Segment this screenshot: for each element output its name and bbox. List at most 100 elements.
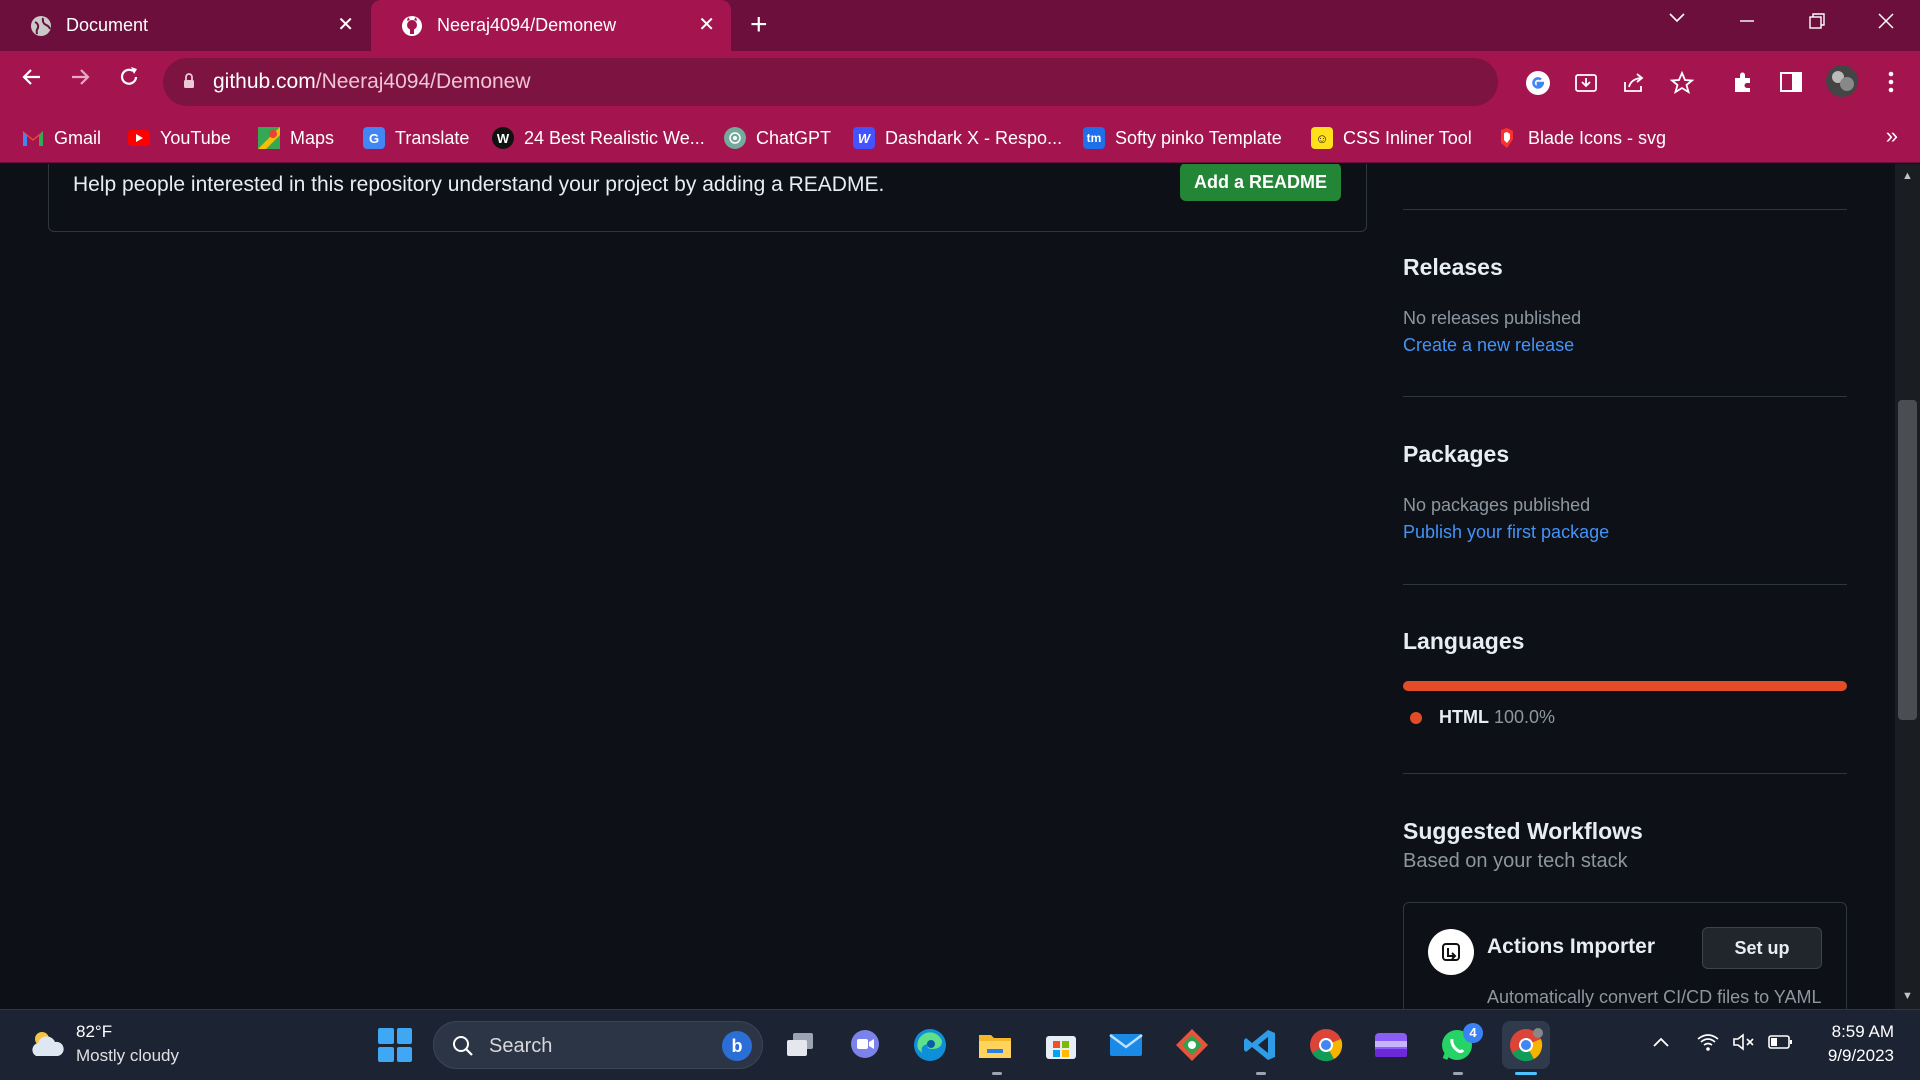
edge-icon[interactable] xyxy=(910,1025,950,1065)
bookmark-label: ChatGPT xyxy=(756,127,832,148)
running-indicator xyxy=(992,1072,1002,1075)
restore-icon[interactable] xyxy=(1808,12,1826,36)
scroll-thumb[interactable] xyxy=(1898,400,1917,720)
create-release-link[interactable]: Create a new release xyxy=(1403,335,1574,356)
forward-icon[interactable] xyxy=(68,65,92,95)
bookmark-star-icon[interactable] xyxy=(1669,70,1695,96)
set-up-button[interactable]: Set up xyxy=(1702,927,1822,969)
divider xyxy=(1403,773,1847,774)
publish-package-link[interactable]: Publish your first package xyxy=(1403,522,1609,543)
running-indicator xyxy=(1256,1072,1266,1075)
youtube-icon xyxy=(128,130,150,146)
google-icon[interactable] xyxy=(1525,70,1551,96)
gmail-icon xyxy=(22,127,44,149)
packages-empty-text: No packages published xyxy=(1403,495,1591,515)
bookmark-label: Translate xyxy=(395,127,470,148)
laravel-icon xyxy=(1496,127,1518,149)
side-panel-icon[interactable] xyxy=(1778,69,1804,95)
teams-chat-icon[interactable] xyxy=(845,1025,885,1065)
language-percent[interactable]: 100.0% xyxy=(1494,707,1555,728)
tm-icon: tm xyxy=(1083,127,1105,149)
language-name[interactable]: HTML xyxy=(1439,707,1489,728)
battery-icon[interactable] xyxy=(1768,1032,1794,1058)
bookmark-gmail[interactable]: Gmail xyxy=(22,124,101,152)
language-bar xyxy=(1403,681,1847,691)
readme-prompt-text: Help people interested in this repositor… xyxy=(73,173,885,196)
tab-github-repo[interactable]: Neeraj4094/Demonew ✕ xyxy=(371,0,731,51)
address-bar[interactable]: github.com/Neeraj4094/Demonew xyxy=(163,58,1695,106)
github-page: Help people interested in this repositor… xyxy=(0,164,1920,1009)
search-placeholder: Search xyxy=(489,1035,553,1057)
close-window-icon[interactable] xyxy=(1877,12,1895,36)
menu-kebab-icon[interactable] xyxy=(1878,69,1904,95)
globe-icon xyxy=(30,15,52,37)
chrome-icon[interactable] xyxy=(1306,1025,1346,1065)
releases-heading[interactable]: Releases xyxy=(1403,254,1503,281)
clock-time[interactable]: 8:59 AM xyxy=(1822,1022,1894,1042)
profile-avatar-icon[interactable] xyxy=(1825,64,1859,98)
bookmark-maps[interactable]: Maps xyxy=(258,124,334,152)
actions-importer-icon xyxy=(1428,929,1474,975)
bookmark-softy-pinko[interactable]: tm Softy pinko Template xyxy=(1083,124,1282,152)
task-view-icon[interactable] xyxy=(780,1025,820,1065)
install-app-icon[interactable] xyxy=(1573,70,1599,96)
weather-description[interactable]: Mostly cloudy xyxy=(76,1046,179,1066)
workflow-description: Automatically convert CI/CD files to YAM… xyxy=(1487,987,1822,1007)
bookmark-youtube[interactable]: YouTube xyxy=(128,124,231,152)
bookmark-translate[interactable]: G Translate xyxy=(363,124,469,152)
tab-document[interactable]: Document ✕ xyxy=(0,0,370,51)
back-icon[interactable] xyxy=(20,65,44,95)
more-bookmarks-button[interactable]: » xyxy=(1886,123,1898,149)
url-text[interactable]: github.com/Neeraj4094/Demonew xyxy=(213,70,531,94)
bookmark-chatgpt[interactable]: ChatGPT xyxy=(724,124,831,152)
bookmarks-bar: Gmail YouTube Maps G Translate W 24 Best… xyxy=(0,113,1920,163)
bookmark-blade-icons[interactable]: Blade Icons - svg xyxy=(1496,124,1666,152)
bookmark-label: Blade Icons - svg xyxy=(1528,127,1667,148)
microsoft-store-icon[interactable] xyxy=(1041,1025,1081,1065)
windows-start-icon[interactable] xyxy=(378,1028,412,1062)
minimize-icon[interactable] xyxy=(1738,12,1756,36)
share-icon[interactable] xyxy=(1621,70,1647,96)
url-host: github.com xyxy=(213,70,316,93)
bookmark-label: Gmail xyxy=(54,127,102,148)
close-tab-icon[interactable]: ✕ xyxy=(698,13,715,37)
bookmark-dashdark[interactable]: W Dashdark X - Respo... xyxy=(853,124,1062,152)
tab-search-chevron-icon[interactable] xyxy=(1668,8,1686,32)
bookmark-label: 24 Best Realistic We... xyxy=(524,127,705,148)
mail-icon[interactable] xyxy=(1106,1025,1146,1065)
translate-icon: G xyxy=(363,127,385,149)
bookmark-realistic[interactable]: W 24 Best Realistic We... xyxy=(492,124,705,152)
cloudy-weather-icon[interactable] xyxy=(28,1029,66,1059)
volume-muted-icon[interactable] xyxy=(1732,1032,1756,1058)
workflow-name: Actions Importer xyxy=(1487,935,1656,958)
scroll-down-icon[interactable]: ▼ xyxy=(1902,990,1913,1002)
bookmark-css-inliner[interactable]: ☺ CSS Inliner Tool xyxy=(1311,124,1472,152)
chevron-up-icon[interactable] xyxy=(1651,1032,1671,1058)
git-tool-icon[interactable] xyxy=(1172,1025,1212,1065)
wifi-icon[interactable] xyxy=(1697,1032,1719,1058)
add-readme-button[interactable]: Add a README xyxy=(1180,164,1341,201)
browser-toolbar: github.com/Neeraj4094/Demonew xyxy=(0,51,1920,113)
reload-icon[interactable] xyxy=(117,65,141,95)
clipchamp-icon[interactable] xyxy=(1371,1025,1411,1065)
chrome-profile-icon[interactable] xyxy=(1502,1021,1550,1069)
bing-icon[interactable]: b xyxy=(722,1031,752,1061)
weather-temperature[interactable]: 82°F xyxy=(76,1022,112,1042)
file-explorer-icon[interactable] xyxy=(975,1025,1015,1065)
url-path: /Neeraj4094/Demonew xyxy=(315,70,531,93)
close-tab-icon[interactable]: ✕ xyxy=(337,13,354,37)
scroll-up-icon[interactable]: ▲ xyxy=(1902,170,1913,182)
workflows-subtitle: Based on your tech stack xyxy=(1403,850,1628,872)
packages-heading[interactable]: Packages xyxy=(1403,441,1509,468)
extensions-icon[interactable] xyxy=(1730,69,1756,95)
vscode-icon[interactable] xyxy=(1240,1025,1280,1065)
readme-prompt-box: Help people interested in this repositor… xyxy=(48,164,1367,232)
active-indicator xyxy=(1515,1072,1537,1075)
clock-date[interactable]: 9/9/2023 xyxy=(1812,1046,1894,1066)
webflow-icon: W xyxy=(853,127,875,149)
w-icon: W xyxy=(492,127,514,149)
new-tab-button[interactable]: + xyxy=(750,10,768,40)
lock-icon[interactable] xyxy=(183,73,195,89)
taskbar-search[interactable]: Search b xyxy=(433,1021,763,1069)
page-scrollbar[interactable]: ▲ ▼ xyxy=(1895,164,1920,1009)
